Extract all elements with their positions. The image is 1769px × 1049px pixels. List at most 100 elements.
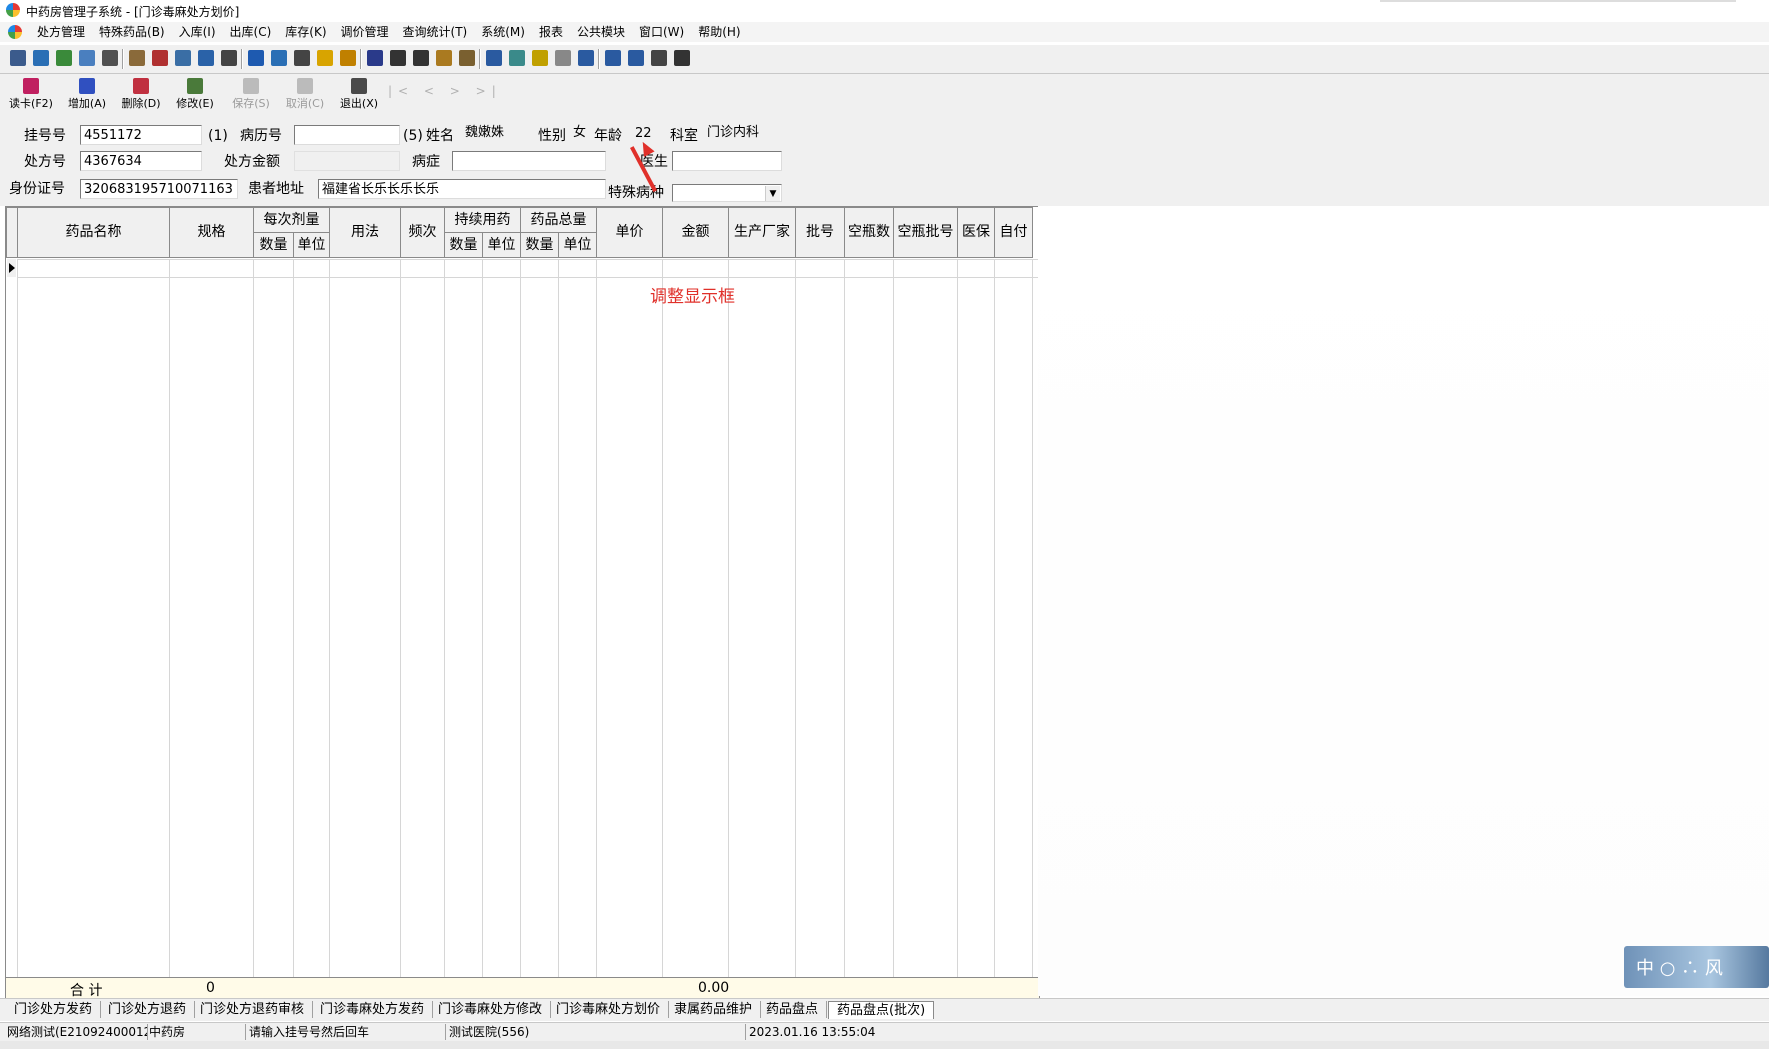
close-box-icon[interactable] [532, 50, 548, 66]
menu-item[interactable]: 处方管理 [30, 24, 92, 40]
menu-item[interactable]: 帮助(H) [691, 24, 747, 40]
window-tab[interactable]: 门诊毒麻处方发药 [312, 1001, 434, 1018]
edit-button[interactable]: 修改(E) [170, 78, 220, 114]
menu-item[interactable]: 调价管理 [334, 24, 396, 40]
window-tab[interactable]: 门诊处方发药 [6, 1001, 102, 1018]
menu-item[interactable]: 报表 [532, 24, 570, 40]
export-icon[interactable] [198, 50, 214, 66]
disk-icon[interactable] [578, 50, 594, 66]
delete-button[interactable]: 删除(D) [116, 78, 166, 114]
bag-icon[interactable] [33, 50, 49, 66]
status-bar: 网络测试(E21092400012 中药房 请输入挂号号然后回车 测试医院(55… [0, 1022, 1769, 1041]
col-insurance[interactable]: 医保 [957, 207, 995, 258]
col-total-qty[interactable]: 数量 [520, 232, 559, 258]
bell-icon[interactable] [340, 50, 356, 66]
chevron-down-icon[interactable]: ▼ [765, 186, 780, 201]
key-icon[interactable] [413, 50, 429, 66]
menu-item[interactable]: 库存(K) [278, 24, 333, 40]
col-empty-bottle-batch[interactable]: 空瓶批号 [893, 207, 958, 258]
rx-no-input[interactable]: 4367634 [80, 151, 202, 171]
col-dose-unit[interactable]: 单位 [293, 232, 330, 258]
card-icon[interactable] [175, 50, 191, 66]
document-icon[interactable] [248, 50, 264, 66]
menu-item[interactable]: 入库(I) [172, 24, 223, 40]
cancel-button[interactable]: 取消(C) [280, 78, 330, 114]
drug-grid[interactable]: 药品名称 规格 每次剂量 用法 频次 持续用药 药品总量 单价 金额 生产厂家 … [5, 206, 1040, 999]
reg-no-input[interactable]: 4551172 [80, 125, 202, 145]
menu-item[interactable]: 出库(C) [223, 24, 279, 40]
col-dose-group[interactable]: 每次剂量 [253, 207, 330, 233]
refresh-icon[interactable] [271, 50, 287, 66]
reg-no-hint: (1) [208, 128, 228, 144]
edit-icon[interactable] [674, 50, 690, 66]
thermometer-icon[interactable] [486, 50, 502, 66]
id-no-input[interactable]: 320683195710071163 [80, 179, 238, 199]
col-self-pay[interactable]: 自付 [994, 207, 1033, 258]
menu-item[interactable]: 系统(M) [474, 24, 532, 40]
window-tab[interactable]: 药品盘点 [758, 1001, 828, 1018]
mdi-system-menu-icon[interactable] [8, 25, 22, 39]
window-tab[interactable]: 门诊毒麻处方划价 [548, 1001, 670, 1018]
print-icon[interactable] [152, 50, 168, 66]
window-tab[interactable]: 隶属药品维护 [666, 1001, 762, 1018]
windows-icon[interactable] [651, 50, 667, 66]
copy-icon[interactable] [79, 50, 95, 66]
exit-button[interactable]: 退出(X) [334, 78, 384, 114]
window-tab[interactable]: 门诊处方退药 [100, 1001, 196, 1018]
read-card-button[interactable]: 读卡(F2) [6, 78, 56, 114]
window-tab[interactable]: 门诊处方退药审核 [192, 1001, 314, 1018]
col-manufacturer[interactable]: 生产厂家 [728, 207, 796, 258]
preview-icon[interactable] [10, 50, 26, 66]
add-button[interactable]: 增加(A) [62, 78, 112, 114]
checkmark-icon[interactable] [221, 50, 237, 66]
column-divider [596, 259, 597, 977]
menu-item[interactable]: 查询统计(T) [396, 24, 475, 40]
stamp-icon[interactable] [459, 50, 475, 66]
col-frequency[interactable]: 频次 [400, 207, 445, 258]
col-spec[interactable]: 规格 [169, 207, 254, 258]
calendar-icon[interactable] [294, 50, 310, 66]
icon-toolbar [0, 44, 1769, 74]
taskbar-edge [0, 1041, 1769, 1049]
doctor-input[interactable] [672, 151, 782, 171]
grid-icon[interactable] [317, 50, 333, 66]
col-unit-price[interactable]: 单价 [596, 207, 663, 258]
col-dose-qty[interactable]: 数量 [253, 232, 294, 258]
col-continuous-unit[interactable]: 单位 [482, 232, 521, 258]
col-batch-no[interactable]: 批号 [795, 207, 845, 258]
prescription-form: 挂号号 4551172 (1) 病历号 (5) 姓名 魏嫩姝 性别 女 年龄 2… [0, 114, 1769, 206]
record-no-input[interactable] [294, 125, 400, 145]
col-drug-name[interactable]: 药品名称 [17, 207, 170, 258]
chart-icon[interactable] [367, 50, 383, 66]
col-continuous-group[interactable]: 持续用药 [444, 207, 521, 233]
zoom-icon[interactable] [509, 50, 525, 66]
menu-item[interactable]: 窗口(W) [632, 24, 691, 40]
save-button[interactable]: 保存(S) [226, 78, 276, 114]
binoculars-icon[interactable] [102, 50, 118, 66]
menu-item[interactable]: 公共模块 [570, 24, 632, 40]
folder-icon[interactable] [555, 50, 571, 66]
col-total-unit[interactable]: 单位 [558, 232, 597, 258]
pill-icon[interactable] [390, 50, 406, 66]
special-disease-select[interactable]: ▼ [672, 184, 782, 202]
disease-input[interactable] [452, 151, 606, 171]
col-total-group[interactable]: 药品总量 [520, 207, 597, 233]
list-icon[interactable] [628, 50, 644, 66]
age-label: 年龄 [594, 128, 622, 144]
user-icon[interactable] [436, 50, 452, 66]
col-empty-bottles[interactable]: 空瓶数 [844, 207, 894, 258]
column-divider [957, 259, 958, 977]
column-divider [558, 259, 559, 977]
window-tab[interactable]: 药品盘点(批次) [828, 1001, 935, 1019]
record-nav-arrows[interactable]: |< < > >| [388, 84, 502, 98]
search-icon[interactable] [605, 50, 621, 66]
current-row-indicator-icon[interactable] [7, 259, 16, 277]
col-usage[interactable]: 用法 [329, 207, 401, 258]
report-icon[interactable] [129, 50, 145, 66]
col-continuous-qty[interactable]: 数量 [444, 232, 483, 258]
address-input[interactable]: 福建省长乐长乐长乐 [318, 179, 606, 199]
window-tab[interactable]: 门诊毒麻处方修改 [430, 1001, 552, 1018]
menu-item[interactable]: 特殊药品(B) [92, 24, 172, 40]
col-amount[interactable]: 金额 [662, 207, 729, 258]
check-icon[interactable] [56, 50, 72, 66]
